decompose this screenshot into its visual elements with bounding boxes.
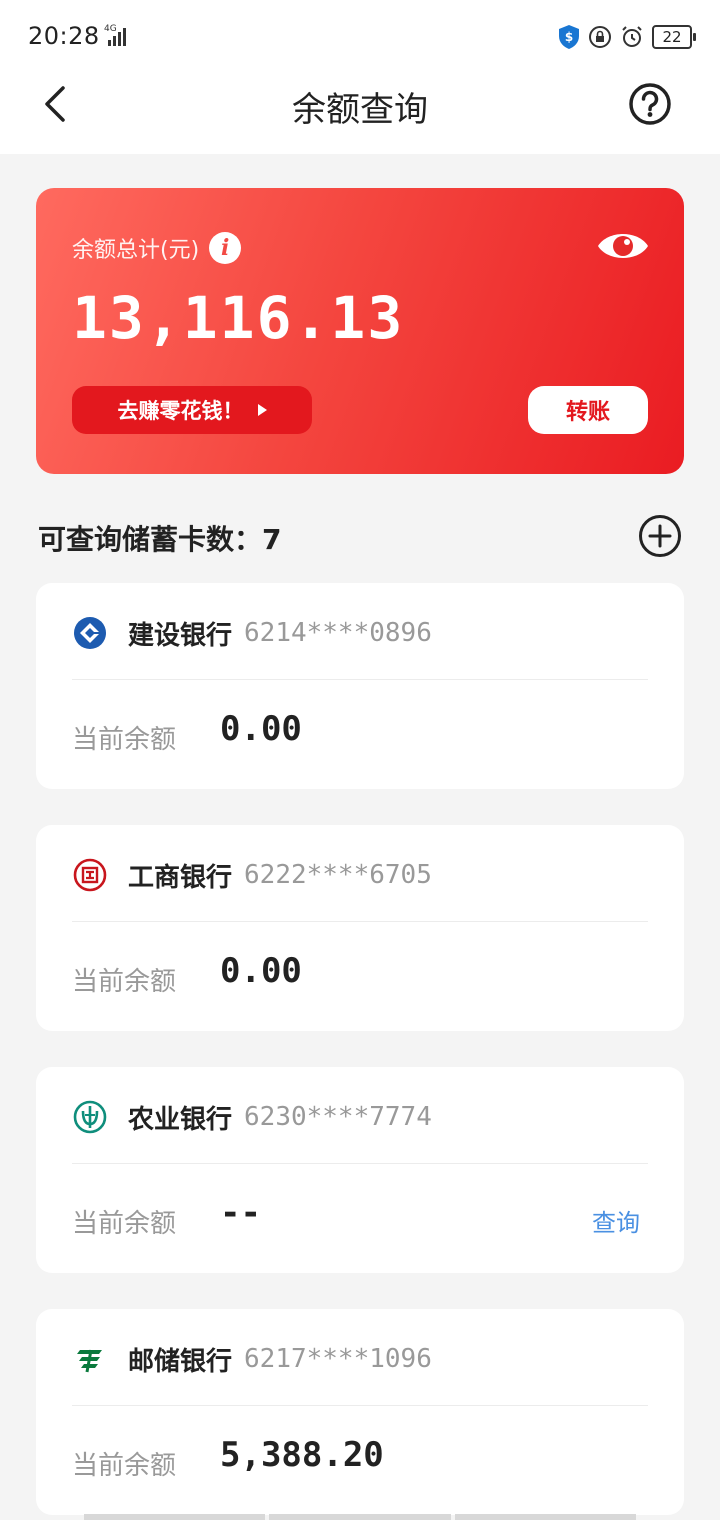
card-number: 6222****6705 <box>244 860 432 890</box>
card-count-title: 可查询储蓄卡数：7 <box>38 523 282 556</box>
play-arrow-icon <box>257 404 267 416</box>
psbc-logo-icon <box>77 1349 102 1373</box>
bottom-tab-hint <box>84 1514 636 1520</box>
info-icon[interactable]: i <box>209 232 242 264</box>
tab-hint-2 <box>269 1514 451 1520</box>
balance-summary-card: 余额总计(元) i 13,116.13 去赚零花钱！ 转账 <box>36 188 684 474</box>
bank-card-header: 农业银行 6230****7774 <box>72 1097 432 1137</box>
bank-name: 邮储银行 <box>128 1346 233 1377</box>
page-title: 余额查询 <box>292 90 428 130</box>
current-balance-value: 0.00 <box>220 951 302 991</box>
lock-rotation-icon <box>589 26 611 48</box>
card-number: 6230****7774 <box>244 1102 432 1132</box>
battery-indicator: 22 <box>652 25 696 49</box>
svg-text:$: $ <box>565 30 573 44</box>
balance-label-row: 余额总计(元) i <box>72 232 242 264</box>
transfer-button[interactable]: 转账 <box>528 386 648 434</box>
status-time: 20:28 <box>28 22 100 50</box>
abc-logo-icon <box>73 1100 107 1134</box>
bank-card-psbc[interactable]: 邮储银行 6217****1096 当前余额 5,388.20 <box>36 1309 684 1515</box>
current-balance-label: 当前余额 <box>72 1209 177 1239</box>
divider <box>72 1405 648 1406</box>
app-header: 余额查询 <box>0 56 720 154</box>
status-icons: $ 22 <box>558 22 696 52</box>
bank-card-ccb[interactable]: 建设银行 6214****0896 当前余额 0.00 <box>36 583 684 789</box>
divider <box>72 679 648 680</box>
card-number: 6217****1096 <box>244 1344 432 1374</box>
query-balance-link[interactable]: 查询 <box>592 1203 640 1238</box>
shield-icon: $ <box>559 25 579 49</box>
bank-card-header: 建设银行 6214****0896 <box>72 613 432 653</box>
balance-total-amount: 13,116.13 <box>72 284 405 352</box>
current-balance-label: 当前余额 <box>72 967 177 997</box>
bank-name: 建设银行 <box>128 620 233 651</box>
balance-total-label: 余额总计(元) <box>72 238 200 263</box>
divider <box>72 921 648 922</box>
earn-money-label: 去赚零花钱！ <box>117 399 244 423</box>
current-balance-value: 5,388.20 <box>220 1435 384 1475</box>
bank-name: 农业银行 <box>128 1104 233 1135</box>
eye-icon[interactable] <box>596 226 650 266</box>
earn-money-button[interactable]: 去赚零花钱！ <box>72 386 312 434</box>
current-balance-value: 0.00 <box>220 709 302 749</box>
current-balance-label: 当前余额 <box>72 725 177 755</box>
ccb-logo-icon <box>74 617 106 649</box>
add-card-icon[interactable] <box>638 514 682 558</box>
network-type: 4G <box>104 24 117 34</box>
tab-hint-3 <box>454 1514 636 1520</box>
bank-card-header: 邮储银行 6217****1096 <box>72 1339 432 1379</box>
bank-card-icbc[interactable]: 工商银行 6222****6705 当前余额 0.00 <box>36 825 684 1031</box>
bank-card-abc[interactable]: 农业银行 6230****7774 当前余额 -- 查询 <box>36 1067 684 1273</box>
current-balance-label: 当前余额 <box>72 1451 177 1481</box>
current-balance-value: -- <box>220 1193 261 1233</box>
bank-card-header: 工商银行 6222****6705 <box>72 855 432 895</box>
card-number: 6214****0896 <box>244 618 432 648</box>
bank-name: 工商银行 <box>128 862 233 893</box>
icbc-logo-icon <box>73 858 107 892</box>
divider <box>72 1163 648 1164</box>
signal-icon: 4G <box>104 24 126 46</box>
alarm-icon <box>622 26 642 47</box>
tab-hint-1 <box>84 1514 266 1520</box>
help-icon[interactable] <box>628 82 672 126</box>
